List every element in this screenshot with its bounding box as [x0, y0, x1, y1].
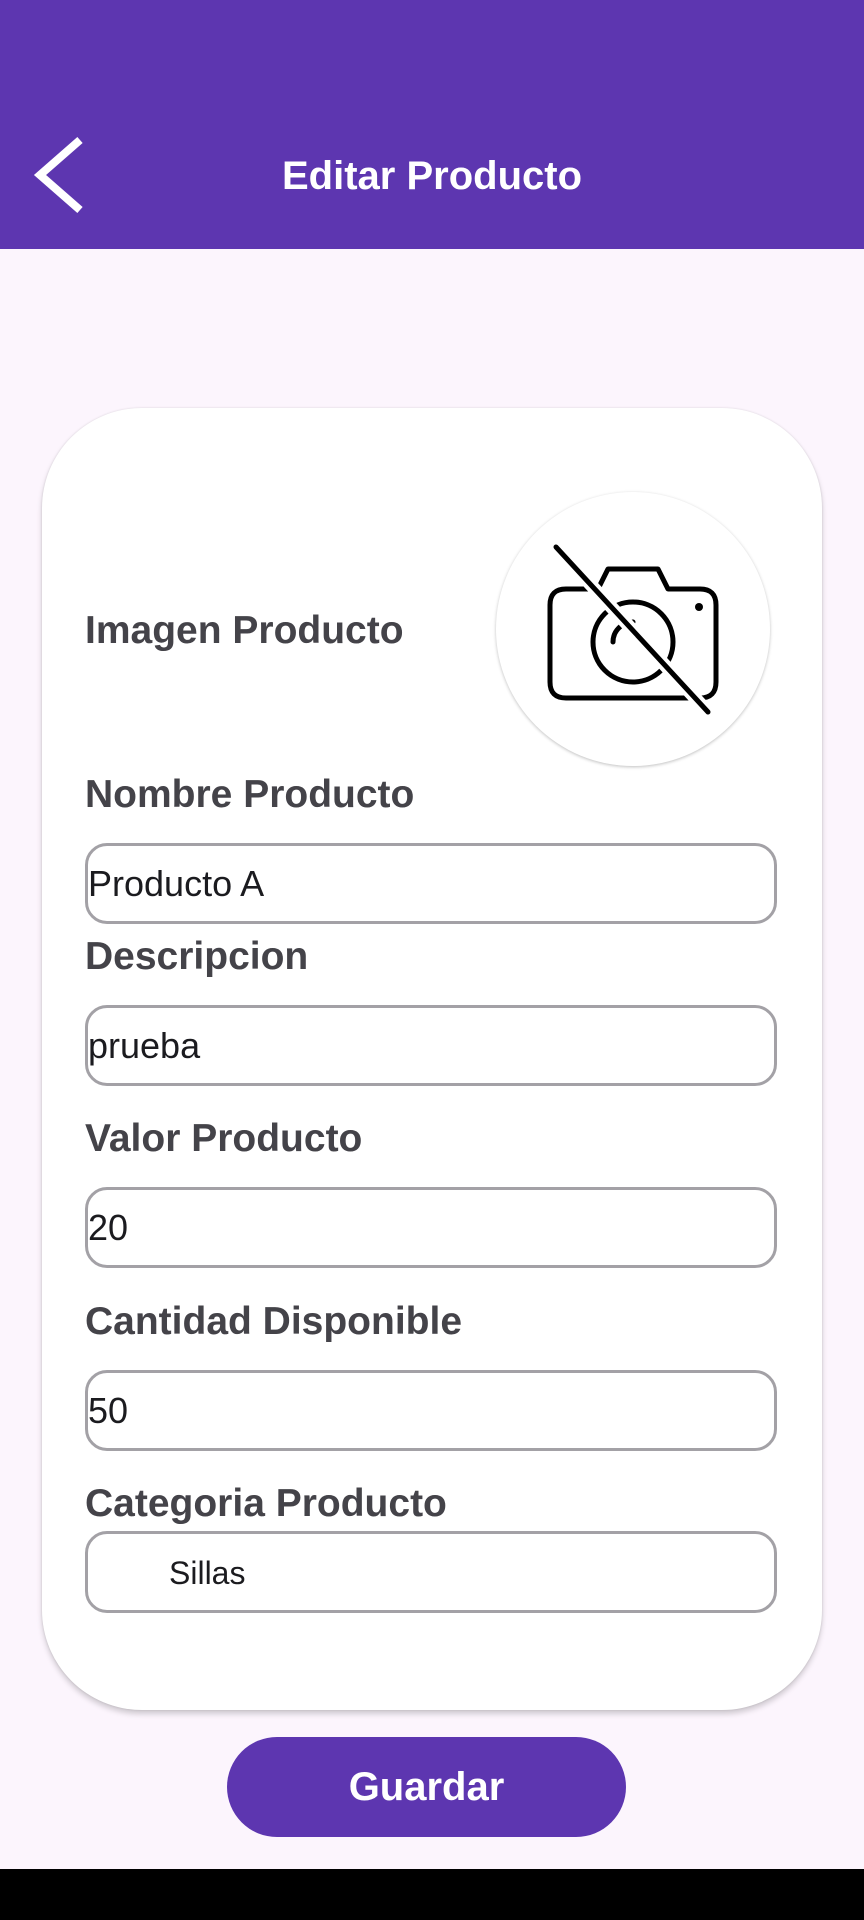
description-label: Descripcion — [85, 935, 309, 978]
name-field[interactable] — [85, 843, 777, 924]
stock-field[interactable] — [85, 1370, 777, 1451]
page-title: Editar Producto — [281, 154, 583, 198]
name-label: Nombre Producto — [85, 773, 415, 816]
system-navigation-bar — [0, 1869, 864, 1920]
price-field[interactable] — [85, 1187, 777, 1268]
price-label: Valor Producto — [85, 1117, 363, 1160]
category-select[interactable]: Sillas — [85, 1531, 777, 1613]
category-selected-value: Sillas — [169, 1555, 246, 1591]
camera-off-icon — [547, 542, 719, 718]
image-label: Imagen Producto — [85, 609, 404, 652]
category-label: Categoria Producto — [85, 1482, 447, 1525]
product-image-picker[interactable] — [496, 492, 770, 766]
save-button[interactable]: Guardar — [227, 1737, 626, 1837]
description-field[interactable] — [85, 1005, 777, 1086]
app-bar: Editar Producto — [0, 0, 864, 249]
stock-label: Cantidad Disponible — [85, 1300, 463, 1343]
